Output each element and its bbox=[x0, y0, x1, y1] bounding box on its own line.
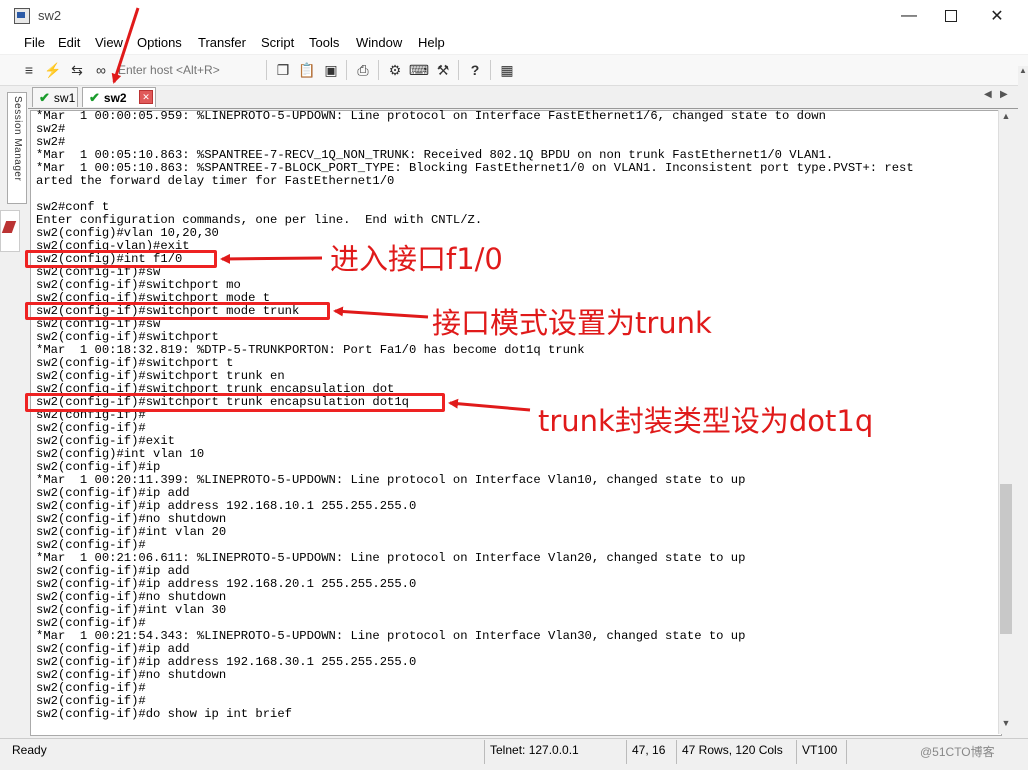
status-divider bbox=[796, 740, 797, 764]
arrow-tab-sw2 bbox=[111, 7, 140, 84]
annotation-encapsulation: trunk封装类型设为dot1q bbox=[538, 404, 874, 438]
annotation-enter-interface: 进入接口f1/0 bbox=[330, 242, 503, 276]
status-size: 47 Rows, 120 Cols bbox=[682, 743, 783, 757]
status-ready: Ready bbox=[12, 743, 47, 757]
status-terminal-type: VT100 bbox=[802, 743, 838, 757]
annotation-arrows bbox=[111, 7, 531, 412]
status-connection: Telnet: 127.0.0.1 bbox=[490, 743, 579, 757]
arrow-int-f1 bbox=[220, 253, 323, 264]
watermark: @51CTO博客 bbox=[920, 745, 995, 759]
status-divider bbox=[676, 740, 677, 764]
arrow-encapsulation bbox=[448, 398, 531, 412]
status-divider bbox=[626, 740, 627, 764]
annotation-mode-trunk: 接口模式设置为trunk bbox=[432, 306, 712, 340]
status-divider bbox=[846, 740, 847, 764]
status-divider bbox=[484, 740, 485, 764]
status-cursor: 47, 16 bbox=[632, 743, 666, 757]
arrow-mode-trunk bbox=[333, 306, 429, 319]
